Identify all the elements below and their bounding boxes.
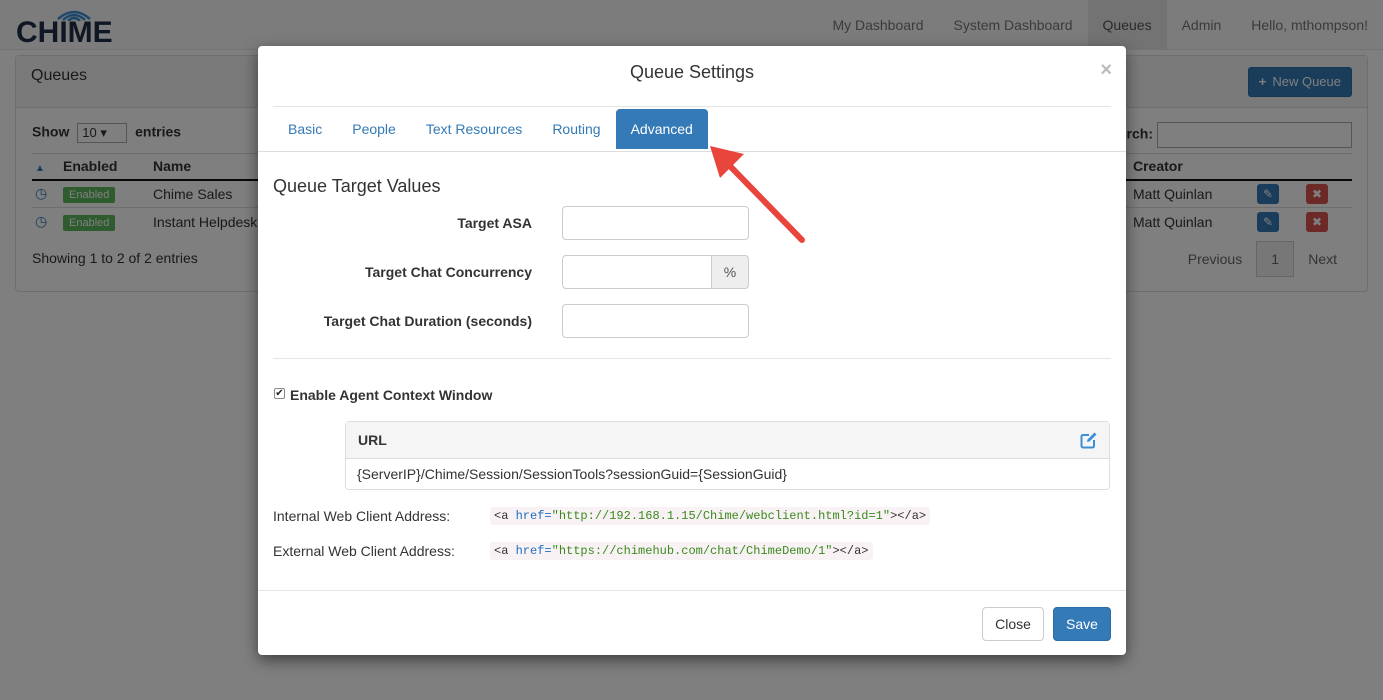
tab-routing[interactable]: Routing bbox=[537, 109, 615, 149]
close-button[interactable]: Close bbox=[982, 607, 1044, 641]
url-value: {ServerIP}/Chime/Session/SessionTools?se… bbox=[357, 466, 787, 482]
url-panel: URL {ServerIP}/Chime/Session/SessionTool… bbox=[345, 421, 1110, 490]
tab-basic[interactable]: Basic bbox=[273, 109, 337, 149]
tab-advanced[interactable]: Advanced bbox=[615, 109, 708, 149]
queue-settings-modal: Queue Settings × Basic People Text Resou… bbox=[258, 46, 1126, 655]
code-tag-close: ></a> bbox=[832, 544, 869, 558]
settings-tabs: Basic People Text Resources Routing Adva… bbox=[273, 109, 708, 149]
external-address-label: External Web Client Address: bbox=[273, 543, 455, 559]
external-address-code: <a href="https://chimehub.com/chat/Chime… bbox=[490, 542, 873, 560]
save-button[interactable]: Save bbox=[1053, 607, 1111, 641]
internal-address-label: Internal Web Client Address: bbox=[273, 508, 451, 524]
percent-addon: % bbox=[711, 255, 749, 289]
code-attr: href= bbox=[515, 544, 552, 558]
modal-title: Queue Settings bbox=[629, 62, 755, 82]
close-icon[interactable]: × bbox=[1100, 59, 1112, 82]
code-value: "http://192.168.1.15/Chime/webclient.htm… bbox=[551, 509, 891, 523]
target-chat-duration-input[interactable] bbox=[562, 304, 749, 338]
target-chat-concurrency-input[interactable] bbox=[562, 255, 712, 289]
code-tag-close: ></a> bbox=[890, 509, 927, 523]
tab-text-resources[interactable]: Text Resources bbox=[411, 109, 537, 149]
tab-people[interactable]: People bbox=[337, 109, 411, 149]
section-title: Queue Target Values bbox=[273, 176, 441, 196]
code-tag-open: <a bbox=[494, 509, 516, 523]
code-attr: href= bbox=[515, 509, 552, 523]
url-panel-title: URL bbox=[358, 432, 387, 448]
target-chat-duration-label: Target Chat Duration (seconds) bbox=[323, 313, 532, 329]
internal-address-code: <a href="http://192.168.1.15/Chime/webcl… bbox=[490, 507, 931, 525]
target-asa-label: Target ASA bbox=[457, 215, 532, 231]
annotation-arrow-icon bbox=[710, 146, 805, 243]
agent-context-checkbox[interactable]: ✔ bbox=[274, 388, 285, 399]
code-value: "https://chimehub.com/chat/ChimeDemo/1" bbox=[551, 544, 833, 558]
code-tag-open: <a bbox=[494, 544, 516, 558]
edit-icon[interactable] bbox=[1080, 431, 1098, 449]
target-chat-concurrency-label: Target Chat Concurrency bbox=[365, 264, 532, 280]
agent-context-label[interactable]: Enable Agent Context Window bbox=[290, 387, 492, 403]
